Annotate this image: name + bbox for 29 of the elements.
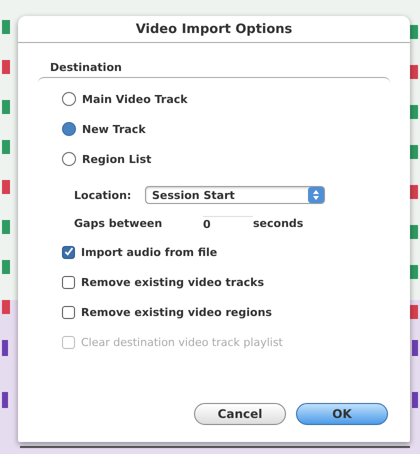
radio-label: Main Video Track <box>82 92 188 106</box>
checkbox-label: Remove existing video tracks <box>81 276 264 288</box>
checkbox[interactable] <box>62 276 75 288</box>
unit-label: seconds <box>253 217 304 230</box>
radio-option[interactable]: Region List <box>62 144 390 174</box>
gaps-field[interactable]: 0 <box>203 216 253 231</box>
checkbox-option[interactable]: Remove existing video tracks <box>62 267 390 297</box>
checkbox[interactable] <box>62 246 75 258</box>
radio-button[interactable] <box>62 122 76 136</box>
dropdown-arrows-icon <box>308 187 324 203</box>
window-title: Video Import Options <box>18 16 410 43</box>
ok-button[interactable]: OK <box>296 403 388 425</box>
gaps-label: Gaps between <box>74 217 164 230</box>
cancel-button[interactable]: Cancel <box>194 403 286 425</box>
radio-option[interactable]: Main Video Track <box>62 84 390 114</box>
radio-button[interactable] <box>62 152 76 166</box>
checkbox-label: Clear destination video track playlist <box>81 336 283 348</box>
checkbox-option[interactable]: Remove existing video regions <box>62 297 390 327</box>
radio-option[interactable]: New Track <box>62 114 390 144</box>
radio-label: New Track <box>82 122 146 136</box>
checkbox-option[interactable]: Import audio from file <box>62 237 390 267</box>
radio-label: Region List <box>82 152 152 166</box>
location-dropdown[interactable]: Session Start <box>145 186 325 204</box>
checkbox-label: Import audio from file <box>81 246 218 258</box>
location-label: Location: <box>74 188 132 202</box>
checkbox-label: Remove existing video regions <box>81 306 272 318</box>
group-label: Destination <box>50 61 123 74</box>
radio-button[interactable] <box>62 92 76 106</box>
checkbox[interactable] <box>62 306 75 318</box>
